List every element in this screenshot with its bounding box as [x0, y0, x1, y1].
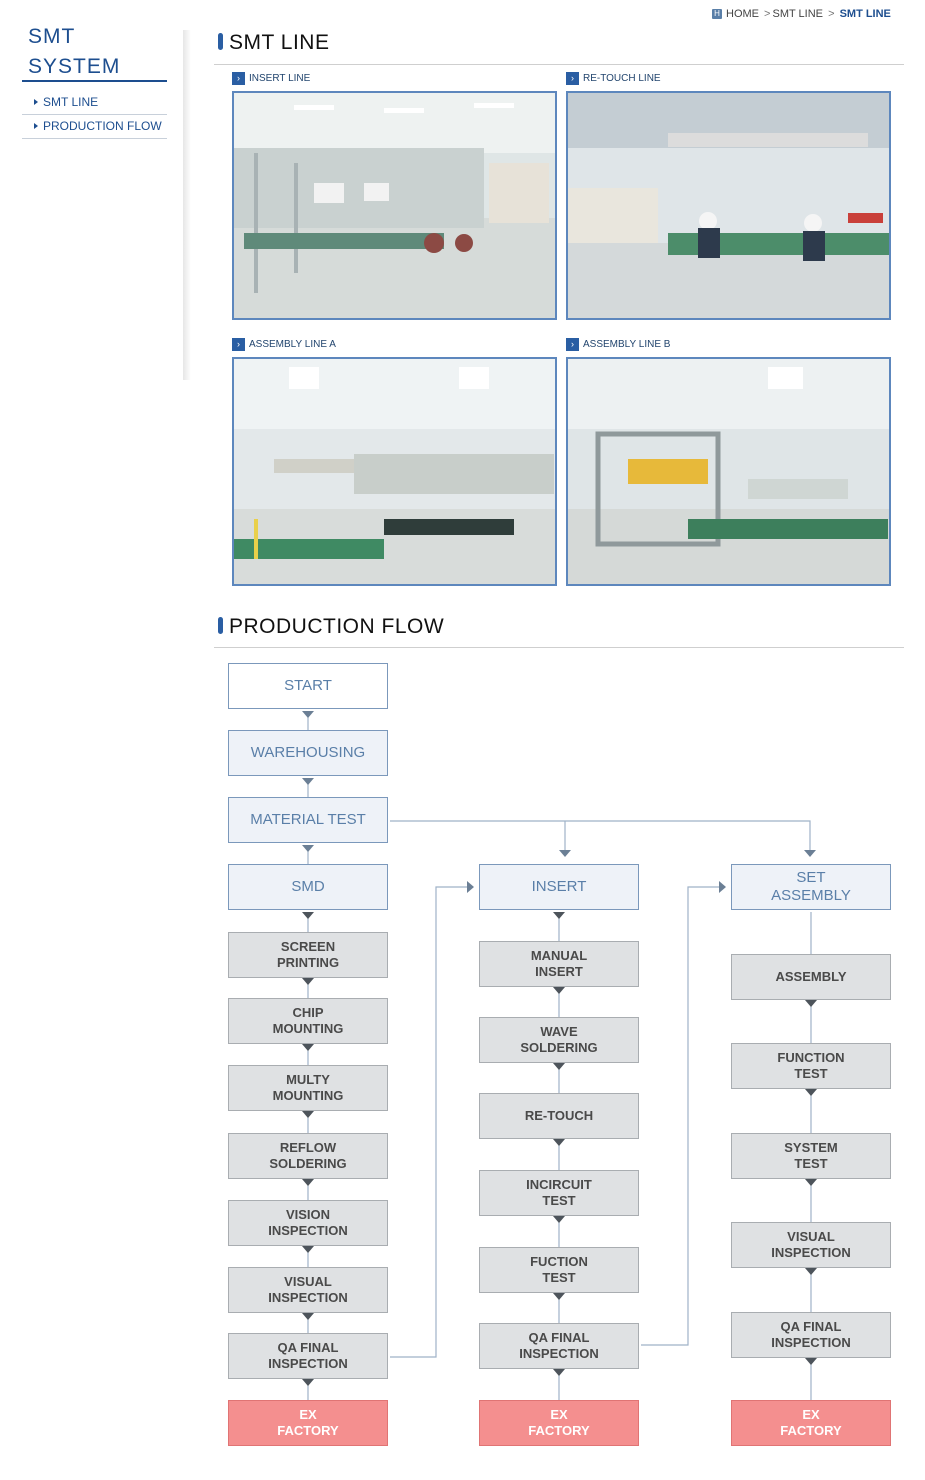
flow-step-set-assembly: QA FINAL INSPECTION: [731, 1312, 891, 1358]
flow-exit-label: EX FACTORY: [780, 1407, 842, 1438]
flow-step-label: WAVE SOLDERING: [520, 1024, 598, 1055]
flow-material-test: MATERIAL TEST: [228, 797, 388, 843]
flow-step-insert: FUCTION TEST: [479, 1247, 639, 1293]
flow-step-label: VISUAL INSPECTION: [771, 1229, 851, 1260]
flow-step-label: FUNCTION TEST: [777, 1050, 845, 1081]
flow-exit-label: EX FACTORY: [528, 1407, 590, 1438]
flow-step-smd: REFLOW SOLDERING: [228, 1133, 388, 1179]
flow-step-insert: QA FINAL INSPECTION: [479, 1323, 639, 1369]
flow-step-insert: MANUAL INSERT: [479, 941, 639, 987]
flow-step-label: MANUAL INSERT: [530, 948, 588, 979]
flow-step-set-assembly: SYSTEM TEST: [731, 1133, 891, 1179]
flow-insert-label: INSERT: [531, 878, 587, 895]
flow-set-assembly: SET ASSEMBLY: [731, 864, 891, 910]
flow-start: START: [228, 663, 388, 709]
flow-insert: INSERT: [479, 864, 639, 910]
flow-step-label: SYSTEM TEST: [784, 1140, 838, 1171]
flow-step-label: VISION INSPECTION: [268, 1207, 348, 1238]
flow-step-smd: SCREEN PRINTING: [228, 932, 388, 978]
flow-step-label: ASSEMBLY: [775, 969, 847, 984]
flow-step-smd: VISUAL INSPECTION: [228, 1267, 388, 1313]
flow-step-set-assembly: ASSEMBLY: [731, 954, 891, 1000]
flow-step-smd: MULTY MOUNTING: [228, 1065, 388, 1111]
flow-step-label: REFLOW SOLDERING: [269, 1140, 347, 1171]
flow-smd: SMD: [228, 864, 388, 910]
flow-step-label: FUCTION TEST: [530, 1254, 588, 1285]
flow-step-smd: CHIP MOUNTING: [228, 998, 388, 1044]
flow-ex-factory-set-assembly: EX FACTORY: [731, 1400, 891, 1446]
flow-ex-factory-insert: EX FACTORY: [479, 1400, 639, 1446]
flow-smd-label: SMD: [291, 878, 325, 895]
flow-warehousing-label: WAREHOUSING: [250, 744, 366, 761]
flow-material-test-label: MATERIAL TEST: [250, 811, 366, 828]
flow-step-set-assembly: FUNCTION TEST: [731, 1043, 891, 1089]
flow-step-insert: INCIRCUIT TEST: [479, 1170, 639, 1216]
flow-step-smd: QA FINAL INSPECTION: [228, 1333, 388, 1379]
flow-step-label: INCIRCUIT TEST: [526, 1177, 592, 1208]
flow-step-label: QA FINAL INSPECTION: [519, 1330, 599, 1361]
flow-step-label: VISUAL INSPECTION: [268, 1274, 348, 1305]
flow-step-smd: VISION INSPECTION: [228, 1200, 388, 1246]
flow-step-set-assembly: VISUAL INSPECTION: [731, 1222, 891, 1268]
flow-step-label: RE-TOUCH: [524, 1108, 594, 1123]
flow-step-insert: RE-TOUCH: [479, 1093, 639, 1139]
flow-set-assembly-label: SET ASSEMBLY: [771, 869, 851, 904]
flow-step-label: MULTY MOUNTING: [272, 1072, 344, 1103]
flow-warehousing: WAREHOUSING: [228, 730, 388, 776]
flow-ex-factory-smd: EX FACTORY: [228, 1400, 388, 1446]
flow-step-label: CHIP MOUNTING: [272, 1005, 344, 1036]
flow-step-label: QA FINAL INSPECTION: [771, 1319, 851, 1350]
flow-step-label: QA FINAL INSPECTION: [268, 1340, 348, 1371]
flow-exit-label: EX FACTORY: [277, 1407, 339, 1438]
flow-start-label: START: [284, 677, 332, 694]
flow-step-label: SCREEN PRINTING: [276, 939, 340, 970]
flow-step-insert: WAVE SOLDERING: [479, 1017, 639, 1063]
